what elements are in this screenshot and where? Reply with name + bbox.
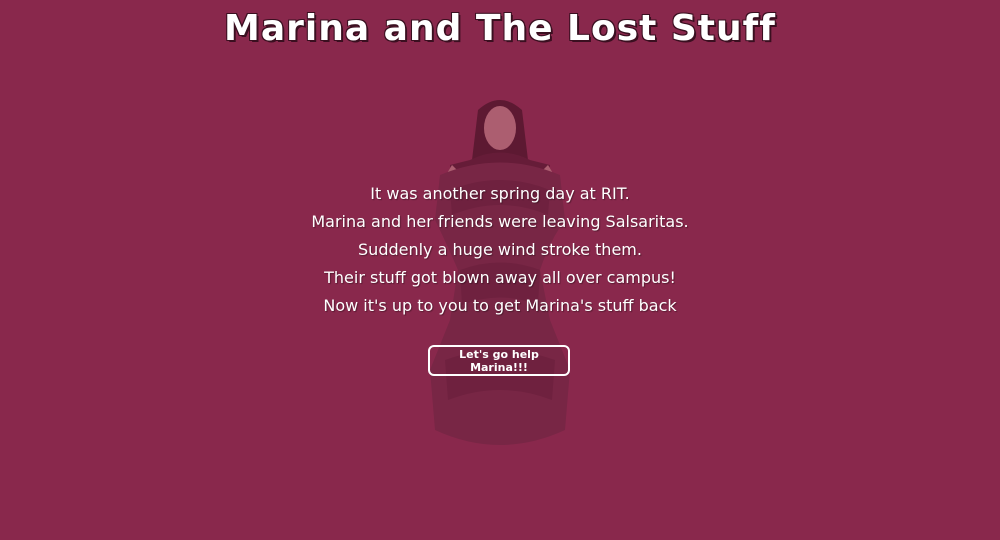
page-title: Marina and The Lost Stuff [224, 8, 776, 49]
story-line: Their stuff got blown away all over camp… [324, 268, 676, 287]
story-text: It was another spring day at RIT. Marina… [0, 180, 1000, 320]
story-line: Suddenly a huge wind stroke them. [358, 240, 642, 259]
story-line: Marina and her friends were leaving Sals… [311, 212, 689, 231]
help-marina-button[interactable]: Let's go help Marina!!! [428, 345, 570, 376]
intro-page: Marina and The Lost Stuff It was another… [0, 0, 1000, 540]
story-line: Now it's up to you to get Marina's stuff… [323, 296, 677, 315]
story-line: It was another spring day at RIT. [370, 184, 630, 203]
